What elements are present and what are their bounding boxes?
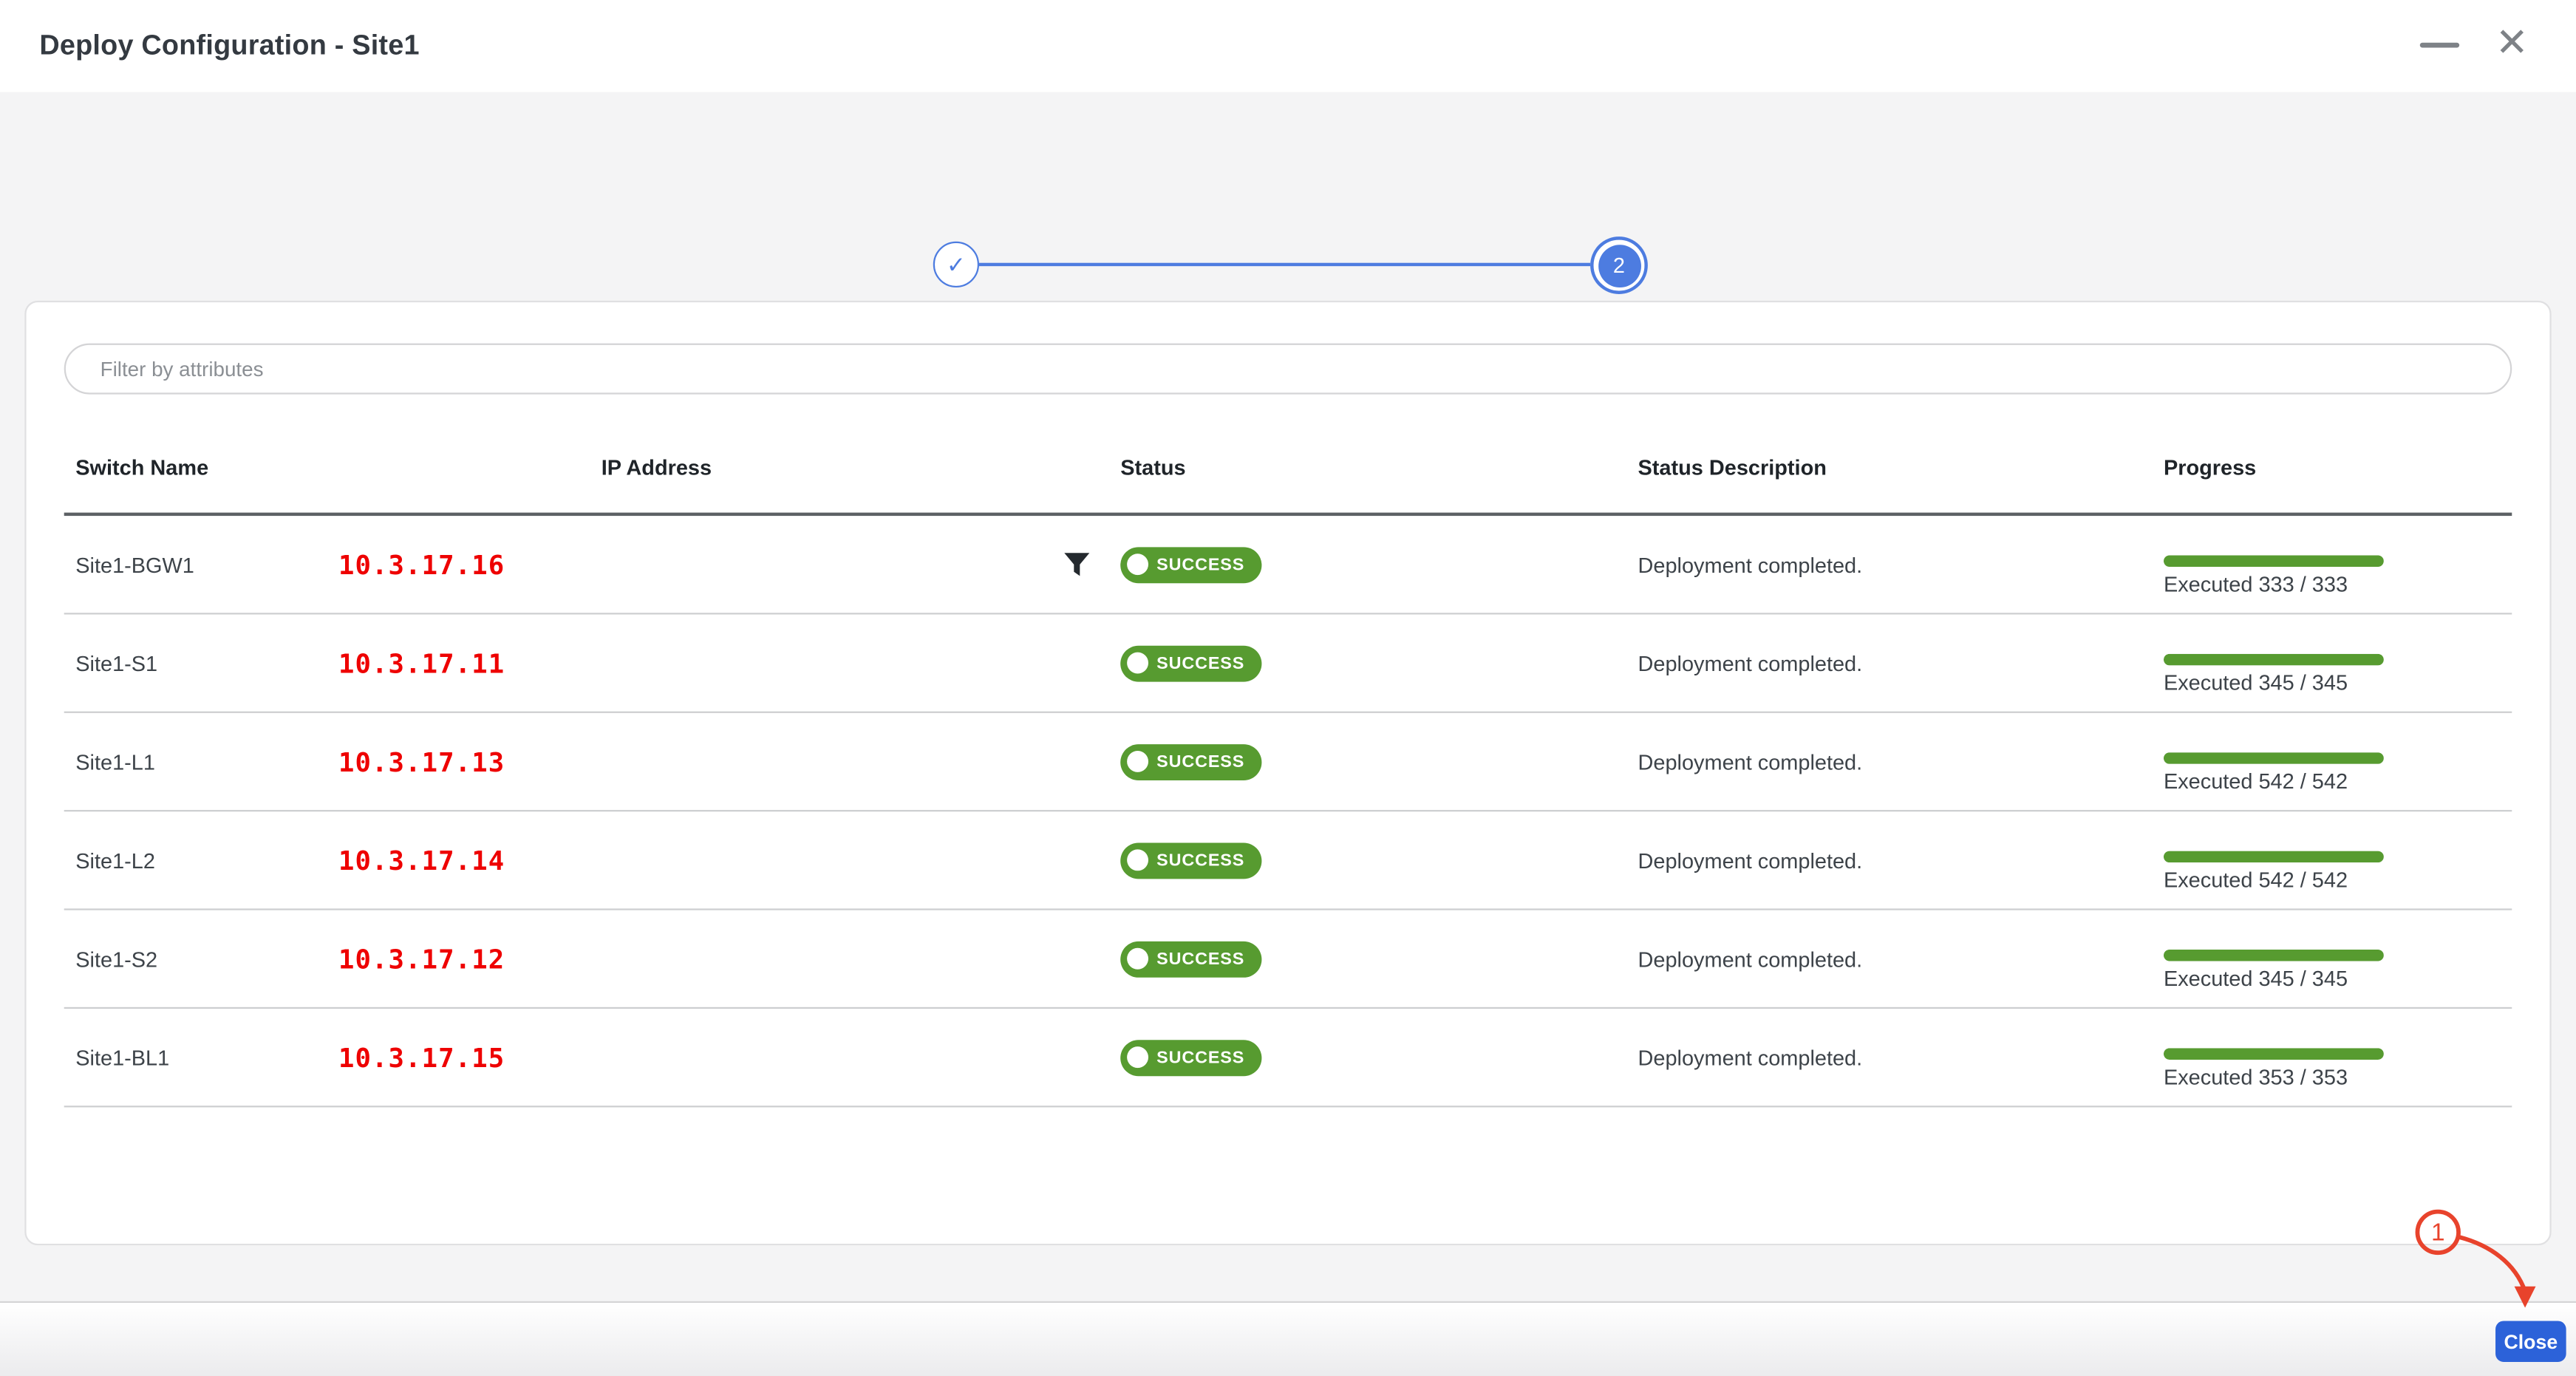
status-badge: SUCCESS bbox=[1120, 1039, 1261, 1075]
table-row: Site1-L1 10.3.17.13 SUCCESS Deployment c… bbox=[64, 713, 2512, 811]
status-dot-icon bbox=[1127, 1046, 1148, 1068]
dialog-title: Deploy Configuration - Site1 bbox=[39, 0, 419, 92]
progress-bar bbox=[2164, 752, 2384, 764]
progress-cell: Executed 345 / 345 bbox=[2164, 950, 2393, 991]
progress-bar bbox=[2164, 950, 2384, 961]
step-deploy-progress-circle[interactable]: 2 bbox=[1590, 236, 1648, 294]
table-row: Site1-S2 10.3.17.12 SUCCESS Deployment c… bbox=[64, 910, 2512, 1009]
progress-cell: Executed 333 / 333 bbox=[2164, 555, 2393, 596]
stepper-connector bbox=[979, 263, 1590, 266]
progress-cell: Executed 345 / 345 bbox=[2164, 654, 2393, 695]
progress-bar bbox=[2164, 555, 2384, 567]
deploy-configuration-dialog: Deploy Configuration - Site1 ✕ ✓ 2 Confi… bbox=[0, 0, 2576, 1376]
status-description-cell: Deployment completed. bbox=[1638, 650, 1863, 675]
ip-address-cell: 10.3.17.13 bbox=[338, 746, 505, 777]
table-row: Site1-BL1 10.3.17.15 SUCCESS Deployment … bbox=[64, 1009, 2512, 1107]
step-config-preview-circle[interactable]: ✓ bbox=[933, 242, 979, 287]
ip-address-cell: 10.3.17.14 bbox=[338, 845, 505, 876]
ip-address-cell: 10.3.17.16 bbox=[338, 549, 505, 580]
status-badge: SUCCESS bbox=[1120, 941, 1261, 977]
progress-bar bbox=[2164, 1048, 2384, 1060]
progress-bar bbox=[2164, 851, 2384, 863]
status-label: SUCCESS bbox=[1156, 554, 1244, 574]
progress-cell: Executed 353 / 353 bbox=[2164, 1048, 2393, 1089]
switch-name-cell: Site1-BL1 bbox=[75, 1045, 169, 1069]
status-description-cell: Deployment completed. bbox=[1638, 1045, 1863, 1069]
status-description-cell: Deployment completed. bbox=[1638, 947, 1863, 971]
col-progress: Progress bbox=[2164, 424, 2256, 513]
status-description-cell: Deployment completed. bbox=[1638, 749, 1863, 774]
switch-name-cell: Site1-S2 bbox=[75, 947, 157, 971]
filter-input[interactable] bbox=[64, 344, 2512, 395]
close-button[interactable]: Close bbox=[2495, 1321, 2566, 1362]
ip-address-cell: 10.3.17.15 bbox=[338, 1042, 505, 1073]
stepper: ✓ 2 Config Preview Deploy Progress bbox=[0, 92, 2576, 300]
progress-cell: Executed 542 / 542 bbox=[2164, 851, 2393, 893]
progress-cell: Executed 542 / 542 bbox=[2164, 752, 2393, 794]
progress-label: Executed 333 / 333 bbox=[2164, 572, 2393, 596]
status-description-cell: Deployment completed. bbox=[1638, 552, 1863, 576]
status-label: SUCCESS bbox=[1156, 1047, 1244, 1067]
table-row: Site1-L2 10.3.17.14 SUCCESS Deployment c… bbox=[64, 811, 2512, 910]
close-icon[interactable]: ✕ bbox=[2489, 21, 2535, 67]
switch-name-cell: Site1-L1 bbox=[75, 749, 155, 774]
deploy-progress-card: Switch Name IP Address Status Status Des… bbox=[24, 301, 2551, 1245]
switch-name-cell: Site1-L2 bbox=[75, 848, 155, 872]
table-row: Site1-S1 10.3.17.11 SUCCESS Deployment c… bbox=[64, 614, 2512, 712]
status-label: SUCCESS bbox=[1156, 752, 1244, 772]
status-label: SUCCESS bbox=[1156, 851, 1244, 871]
ip-address-cell: 10.3.17.11 bbox=[338, 647, 505, 678]
footer-bar: Close bbox=[0, 1301, 2576, 1376]
progress-label: Executed 345 / 345 bbox=[2164, 966, 2393, 990]
switch-name-cell: Site1-BGW1 bbox=[75, 552, 194, 576]
status-dot-icon bbox=[1127, 751, 1148, 772]
ip-address-cell: 10.3.17.12 bbox=[338, 943, 505, 974]
table-header: Switch Name IP Address Status Status Des… bbox=[64, 424, 2512, 516]
status-badge: SUCCESS bbox=[1120, 645, 1261, 681]
status-badge: SUCCESS bbox=[1120, 743, 1261, 780]
check-icon: ✓ bbox=[947, 251, 966, 279]
status-label: SUCCESS bbox=[1156, 653, 1244, 673]
progress-label: Executed 353 / 353 bbox=[2164, 1065, 2393, 1089]
filter-funnel-icon[interactable] bbox=[1063, 551, 1091, 579]
col-status-description: Status Description bbox=[1638, 424, 1827, 513]
minimize-icon[interactable] bbox=[2420, 43, 2459, 48]
titlebar: Deploy Configuration - Site1 ✕ bbox=[0, 0, 2576, 92]
switch-name-cell: Site1-S1 bbox=[75, 650, 157, 675]
col-ip-address: IP Address bbox=[602, 424, 712, 513]
table-body: Site1-BGW1 10.3.17.16 SUCCESS Deployment… bbox=[64, 516, 2512, 1107]
status-dot-icon bbox=[1127, 948, 1148, 970]
status-description-cell: Deployment completed. bbox=[1638, 848, 1863, 872]
status-dot-icon bbox=[1127, 653, 1148, 674]
col-switch-name: Switch Name bbox=[75, 424, 208, 513]
step-number: 2 bbox=[1598, 244, 1640, 287]
status-dot-icon bbox=[1127, 554, 1148, 575]
progress-label: Executed 542 / 542 bbox=[2164, 868, 2393, 892]
table-row: Site1-BGW1 10.3.17.16 SUCCESS Deployment… bbox=[64, 516, 2512, 614]
status-dot-icon bbox=[1127, 849, 1148, 871]
progress-bar bbox=[2164, 654, 2384, 666]
progress-label: Executed 542 / 542 bbox=[2164, 769, 2393, 793]
col-status: Status bbox=[1120, 424, 1185, 513]
status-label: SUCCESS bbox=[1156, 949, 1244, 969]
status-badge: SUCCESS bbox=[1120, 842, 1261, 878]
status-badge: SUCCESS bbox=[1120, 546, 1261, 582]
progress-label: Executed 345 / 345 bbox=[2164, 670, 2393, 695]
